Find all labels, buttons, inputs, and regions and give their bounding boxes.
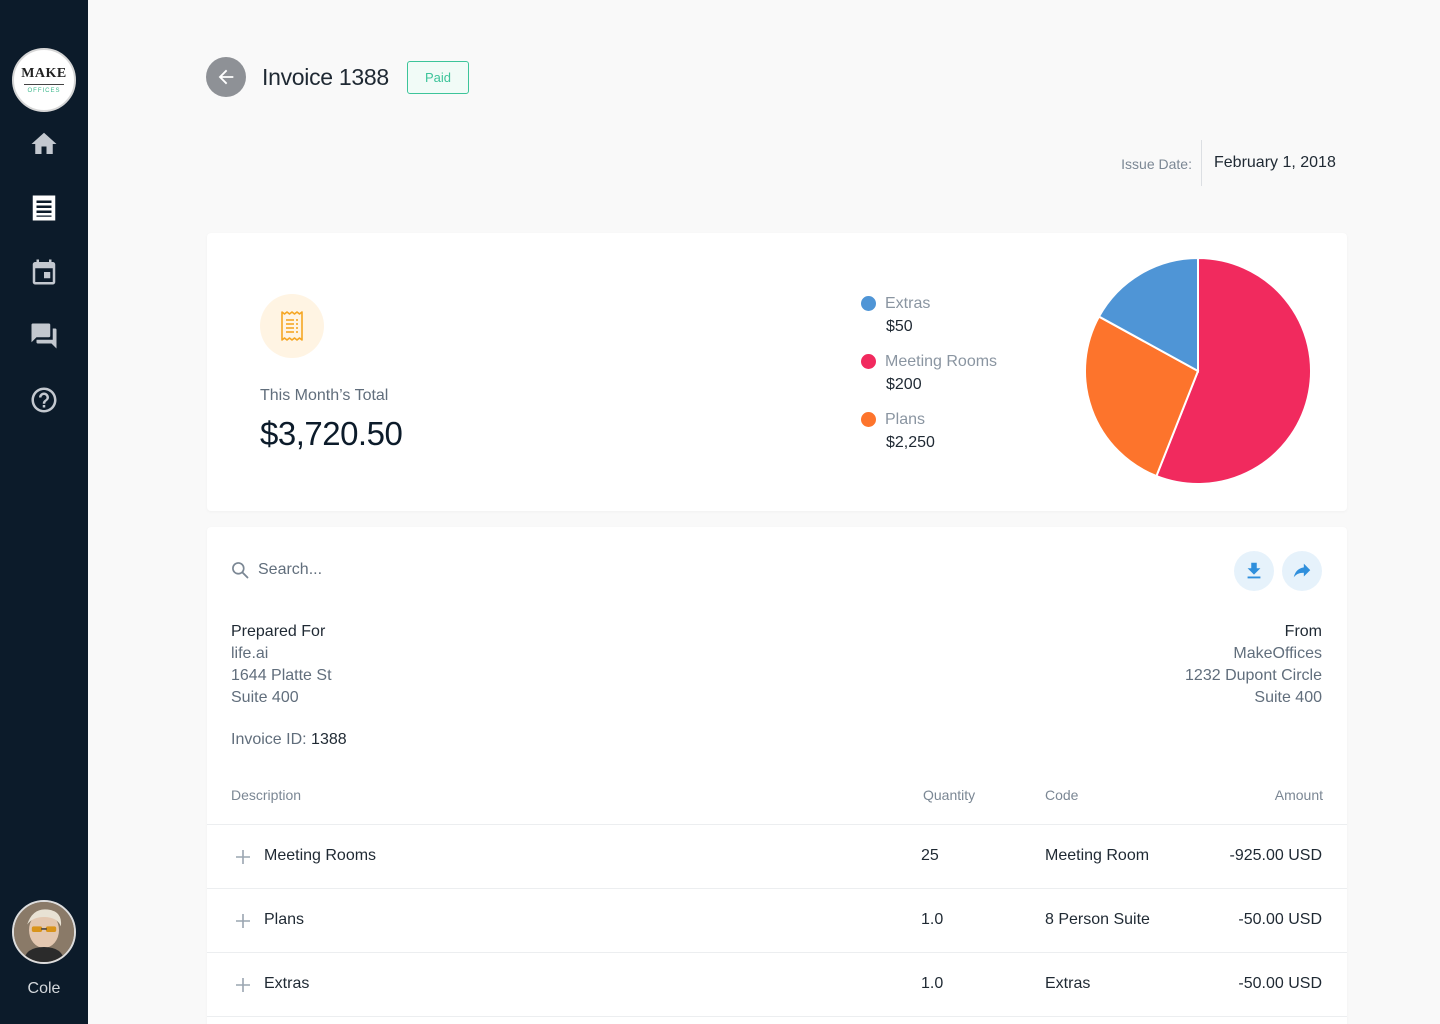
pie-chart <box>1084 256 1312 485</box>
sidebar: MAKE OFFICES Cole <box>0 0 88 1024</box>
table-row[interactable]: Plans 1.0 8 Person Suite -50.00 USD <box>207 888 1347 952</box>
from-block: From MakeOffices 1232 Dupont Circle Suit… <box>1185 621 1322 709</box>
column-header-quantity[interactable]: Quantity <box>923 787 975 803</box>
home-icon[interactable] <box>28 128 60 160</box>
total-value: $3,720.50 <box>260 415 403 452</box>
expand-plus-icon[interactable] <box>233 975 253 995</box>
avatar[interactable] <box>12 900 76 964</box>
row-amount: -925.00 USD <box>1229 847 1323 864</box>
invoice-id-value: 1388 <box>311 731 347 748</box>
invoice-id-label: Invoice ID: <box>231 731 307 748</box>
share-button[interactable] <box>1282 551 1322 591</box>
invoice-id: Invoice ID: 1388 <box>231 731 347 749</box>
row-code: 8 Person Suite <box>1045 911 1150 928</box>
receipt-icon <box>281 311 303 341</box>
legend-dot <box>861 412 876 427</box>
row-description: Meeting Rooms <box>264 847 377 864</box>
row-description: Extras <box>264 975 310 992</box>
download-button[interactable] <box>1234 551 1274 591</box>
chat-icon[interactable] <box>28 320 60 352</box>
legend-amount: $200 <box>886 376 922 393</box>
table-row[interactable]: Extras 1.0 Extras -50.00 USD <box>207 952 1347 1016</box>
table-row[interactable]: Meeting Rooms 25 Meeting Room -925.00 US… <box>207 824 1347 888</box>
row-code: Extras <box>1045 975 1091 992</box>
page-title: Invoice 1388 <box>262 64 389 90</box>
status-badge: Paid <box>407 61 469 94</box>
legend-name: Plans <box>885 411 926 428</box>
download-icon <box>1247 562 1261 579</box>
share-arrow-icon <box>1293 563 1311 578</box>
logo-divider <box>24 83 64 85</box>
legend-amount: $2,250 <box>886 434 935 451</box>
row-quantity: 1.0 <box>921 975 944 992</box>
prepared-for-suite: Suite 400 <box>231 689 299 706</box>
column-header-code[interactable]: Code <box>1045 787 1078 803</box>
from-company: MakeOffices <box>1233 645 1322 662</box>
legend-dot <box>861 354 876 369</box>
user-name: Cole <box>27 980 61 997</box>
search-bar <box>230 560 658 580</box>
legend-amount: $50 <box>886 318 913 335</box>
prepared-for-street: 1644 Platte St <box>231 667 332 684</box>
expand-plus-icon[interactable] <box>233 911 253 931</box>
row-quantity: 1.0 <box>921 911 944 928</box>
legend-name: Meeting Rooms <box>885 353 998 370</box>
row-code: Meeting Room <box>1045 847 1150 864</box>
arrow-left-icon <box>218 69 234 85</box>
prepared-for-heading: Prepared For <box>231 623 326 640</box>
row-quantity: 25 <box>921 847 939 864</box>
legend-dot <box>861 296 876 311</box>
search-input[interactable] <box>258 561 658 579</box>
row-description: Plans <box>264 911 305 928</box>
receipt-badge <box>260 294 324 358</box>
total-label: This Month’s Total <box>260 387 389 404</box>
row-amount: -50.00 USD <box>1238 975 1322 992</box>
logo-text-offices: OFFICES <box>27 87 61 94</box>
issue-date-label: Issue Date: <box>1121 156 1192 172</box>
prepared-for-company: life.ai <box>231 645 269 662</box>
row-amount: -50.00 USD <box>1238 911 1322 928</box>
from-street: 1232 Dupont Circle <box>1185 667 1322 684</box>
prepared-for-block: Prepared For life.ai 1644 Platte St Suit… <box>231 621 332 709</box>
expand-plus-icon[interactable] <box>233 847 253 867</box>
help-icon[interactable] <box>28 384 60 416</box>
search-icon <box>232 562 249 579</box>
summary-card: This Month’s Total $3,720.50 Extras $50 … <box>207 233 1347 511</box>
column-header-amount[interactable]: Amount <box>1275 787 1323 803</box>
table-row-divider <box>207 1016 1347 1024</box>
issue-date-value: February 1, 2018 <box>1214 154 1336 171</box>
invoice-detail-card: Prepared For life.ai 1644 Platte St Suit… <box>207 527 1347 1024</box>
from-heading: From <box>1284 623 1322 640</box>
legend-name: Extras <box>885 295 931 312</box>
issue-date-divider <box>1201 140 1202 186</box>
logo-text-make: MAKE <box>21 65 67 81</box>
make-offices-logo[interactable]: MAKE OFFICES <box>12 48 76 112</box>
column-header-description[interactable]: Description <box>231 787 301 803</box>
receipt-icon[interactable] <box>28 192 60 224</box>
back-button[interactable] <box>206 57 246 97</box>
calendar-icon[interactable] <box>28 256 60 288</box>
from-suite: Suite 400 <box>1254 689 1322 706</box>
